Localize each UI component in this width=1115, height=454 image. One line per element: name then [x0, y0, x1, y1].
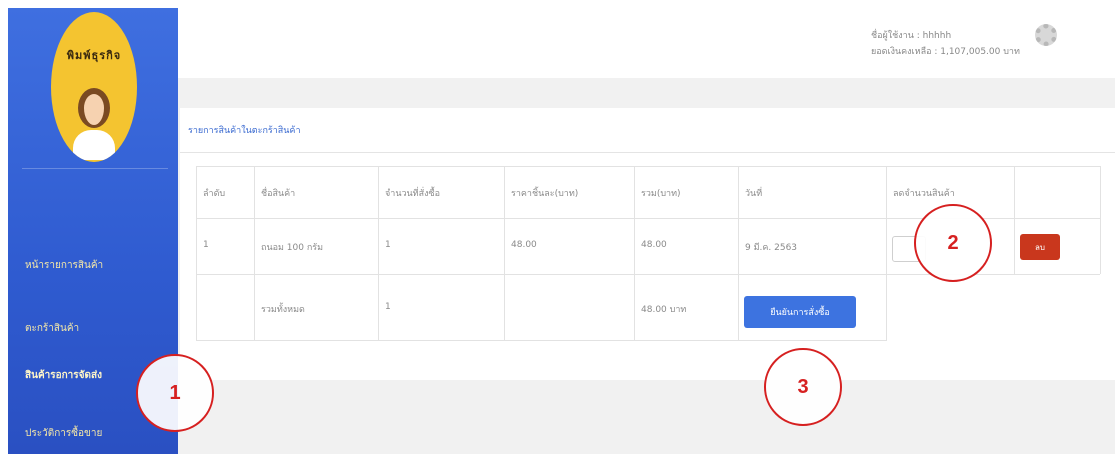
logo-text: พิมพ์ธุรกิจ: [66, 49, 122, 62]
column-header: วันที่: [745, 189, 763, 199]
panel-title: รายการสินค้าในตะกร้าสินค้า: [188, 126, 301, 136]
avatar-body-icon: [73, 130, 115, 160]
table-cell: 1: [385, 240, 391, 250]
delete-button[interactable]: ลบ: [1020, 234, 1060, 260]
table-cell: 9 มี.ค. 2563: [745, 243, 798, 253]
table-border: [886, 166, 887, 341]
column-header: รวม(บาท): [641, 189, 681, 199]
table-cell: 48.00: [641, 240, 667, 250]
summary-label: รวมทั้งหมด: [261, 305, 305, 315]
column-header: จำนวนที่สั่งซื้อ: [385, 189, 441, 199]
callout-marker-2: 2: [914, 204, 992, 282]
table-cell: 1: [203, 240, 209, 250]
sidebar-divider: [22, 168, 168, 169]
balance-text: ยอดเงินคงเหลือ : 1,107,005.00 บาท: [871, 47, 1020, 57]
avatar-face-icon: [78, 88, 110, 128]
callout-marker-1: 1: [136, 354, 214, 432]
divider: [180, 152, 1115, 153]
column-header: ราคาชิ้นละ(บาท): [511, 189, 579, 199]
gear-icon[interactable]: [1035, 24, 1057, 46]
summary-total: 48.00 บาท: [641, 305, 687, 315]
table-cell: ถนอม 100 กรัม: [261, 243, 324, 253]
table-cell: 48.00: [511, 240, 537, 250]
username-text: ชื่อผู้ใช้งาน : hhhhh: [871, 31, 952, 41]
sidebar-item-cart[interactable]: ตะกร้าสินค้า: [25, 321, 165, 336]
sidebar-item-products[interactable]: หน้ารายการสินค้า: [25, 258, 165, 273]
column-header: ชื่อสินค้า: [261, 189, 296, 199]
table-border: [378, 166, 379, 341]
table-border: [504, 166, 505, 341]
table-border: [254, 166, 255, 341]
table-border: [196, 166, 197, 341]
table-border: [196, 340, 886, 341]
callout-marker-3: 3: [764, 348, 842, 426]
user-info: ชื่อผู้ใช้งาน : hhhhh ยอดเงินคงเหลือ : 1…: [871, 28, 1020, 60]
column-header: ลำดับ: [203, 189, 226, 199]
top-bar: ชื่อผู้ใช้งาน : hhhhh ยอดเงินคงเหลือ : 1…: [178, 8, 1115, 78]
table-border: [1100, 166, 1101, 274]
table-border: [634, 166, 635, 341]
sidebar-item-purchase-history[interactable]: ประวัติการซื้อขาย: [25, 426, 165, 441]
confirm-order-button[interactable]: ยืนยันการสั่งซื้อ: [744, 296, 856, 328]
table-border: [1014, 166, 1015, 274]
summary-qty: 1: [385, 302, 391, 312]
column-header: ลดจำนวนสินค้า: [893, 189, 955, 199]
table-border: [196, 166, 1100, 167]
avatar: พิมพ์ธุรกิจ: [51, 12, 137, 162]
table-border: [738, 166, 739, 341]
